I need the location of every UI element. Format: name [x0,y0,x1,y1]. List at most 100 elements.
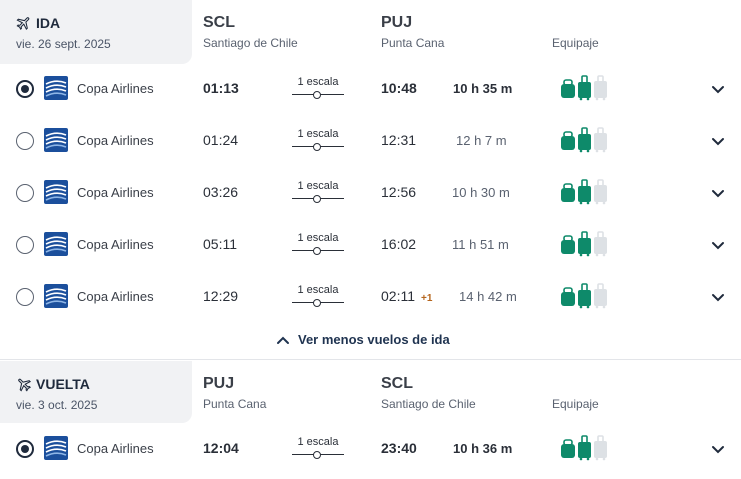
departure-time: 01:13 [203,80,239,96]
ida-equip-label: Equipaje [552,36,599,50]
vuelta-equip-label: Equipaje [552,397,599,411]
copa-airlines-logo-icon [44,436,68,460]
carry-on-icon [578,435,591,461]
ida-dest-city: Punta Cana [381,36,445,50]
stops-indicator: 1 escala [292,436,344,460]
checked-bag-icon [594,127,607,153]
carry-on-icon [578,75,591,101]
baggage-icons [561,127,607,153]
stop-dot [313,143,321,151]
arrival-time-text: 02:11 [381,288,415,304]
checked-bag-icon [594,75,607,101]
arrival-time: 10:48 [381,80,417,96]
section-divider [0,359,741,360]
copa-airlines-logo-icon [44,128,68,152]
baggage-icons [561,231,607,257]
departure-time: 12:29 [203,288,239,304]
copa-airlines-logo-icon [44,76,68,100]
stops-label: 1 escala [297,284,339,296]
ida-origin-code: SCL [203,14,235,31]
departure-time: 01:24 [203,132,239,148]
checked-bag-icon [594,179,607,205]
stops-line [292,194,344,204]
baggage-icons [561,435,607,461]
airline-name: Copa Airlines [77,133,154,148]
arrival-time-text: 23:40 [381,440,417,456]
stop-dot [313,451,321,459]
flight-row[interactable]: Copa Airlines 12:04 1 escala 23:40 10 h 36 m [0,427,741,479]
personal-item-icon [561,287,575,306]
carry-on-icon [578,179,591,205]
show-less-button[interactable]: Ver menos vuelos de ida [276,332,450,347]
arrival-time: 16:02 [381,236,416,252]
flight-select-radio[interactable] [16,236,34,254]
flight-duration: 10 h 36 m [453,441,513,456]
flight-row[interactable]: Copa Airlines 03:26 1 escala 12:56 10 h 30 m [0,171,741,223]
carry-on-icon [578,231,591,257]
chevron-down-icon[interactable] [710,441,726,457]
ida-title: IDA [16,15,60,31]
departure-time: 12:04 [203,440,239,456]
vuelta-origin-city: Punta Cana [203,397,267,411]
arrival-time-text: 12:31 [381,132,417,148]
vuelta-dest-city: Santiago de Chile [381,397,476,411]
stops-indicator: 1 escala [292,232,344,256]
stops-label: 1 escala [297,128,339,140]
departure-time: 05:11 [203,236,237,252]
stops-label: 1 escala [297,232,339,244]
copa-airlines-logo-icon [44,180,68,204]
personal-item-icon [561,183,575,202]
carry-on-icon [578,283,591,309]
airline-name: Copa Airlines [77,237,154,252]
ida-origin-city: Santiago de Chile [203,36,298,50]
baggage-icons [561,179,607,205]
chevron-down-icon[interactable] [710,81,726,97]
arrival-time: 12:31 [381,132,416,148]
ida-date: vie. 26 sept. 2025 [16,37,111,51]
vuelta-date: vie. 3 oct. 2025 [16,398,98,412]
stops-line [292,246,344,256]
flight-duration: 10 h 35 m [453,81,513,96]
arrival-time-text: 16:02 [381,236,417,252]
flight-row[interactable]: Copa Airlines 01:24 1 escala 12:31 12 h 7 m [0,119,741,171]
vuelta-header-box: VUELTA vie. 3 oct. 2025 [0,361,192,423]
flight-select-radio[interactable] [16,288,34,306]
ida-dest-code: PUJ [381,14,413,31]
chevron-down-icon[interactable] [710,289,726,305]
chevron-down-icon[interactable] [710,237,726,253]
plane-icon [18,378,32,392]
flight-select-radio[interactable] [16,440,34,458]
vuelta-section: VUELTA vie. 3 oct. 2025 PUJ Punta Cana S… [0,361,741,476]
flight-select-radio[interactable] [16,80,34,98]
baggage-icons [561,75,607,101]
chevron-down-icon[interactable] [710,133,726,149]
stops-line [292,90,344,100]
arrival-time-text: 10:48 [381,80,417,96]
stops-label: 1 escala [297,76,339,88]
copa-airlines-logo-icon [44,284,68,308]
flight-duration: 12 h 7 m [456,133,507,148]
stop-dot [313,195,321,203]
stops-label: 1 escala [297,436,339,448]
flight-select-radio[interactable] [16,132,34,150]
flight-duration: 11 h 51 m [452,237,509,252]
carry-on-icon [578,127,591,153]
stops-indicator: 1 escala [292,128,344,152]
stops-indicator: 1 escala [292,76,344,100]
departure-time: 03:26 [203,184,239,200]
ida-header-box: IDA vie. 26 sept. 2025 [0,0,192,64]
ida-title-text: IDA [36,15,61,31]
flight-row[interactable]: Copa Airlines 05:11 1 escala 16:02 11 h 51 m [0,223,741,275]
flight-row[interactable]: Copa Airlines 01:13 1 escala 10:48 10 h 35 m [0,67,741,119]
stops-indicator: 1 escala [292,284,344,308]
airline-name: Copa Airlines [77,81,154,96]
flight-row[interactable]: Copa Airlines 12:29 1 escala 02:11 +1 14 h 42… [0,275,741,327]
plane-icon [16,17,30,31]
stops-line [292,142,344,152]
chevron-down-icon[interactable] [710,185,726,201]
stop-dot [313,299,321,307]
flight-select-radio[interactable] [16,184,34,202]
stops-line [292,450,344,460]
arrival-time: 02:11 +1 [381,288,432,304]
arrival-time: 12:56 [381,184,416,200]
